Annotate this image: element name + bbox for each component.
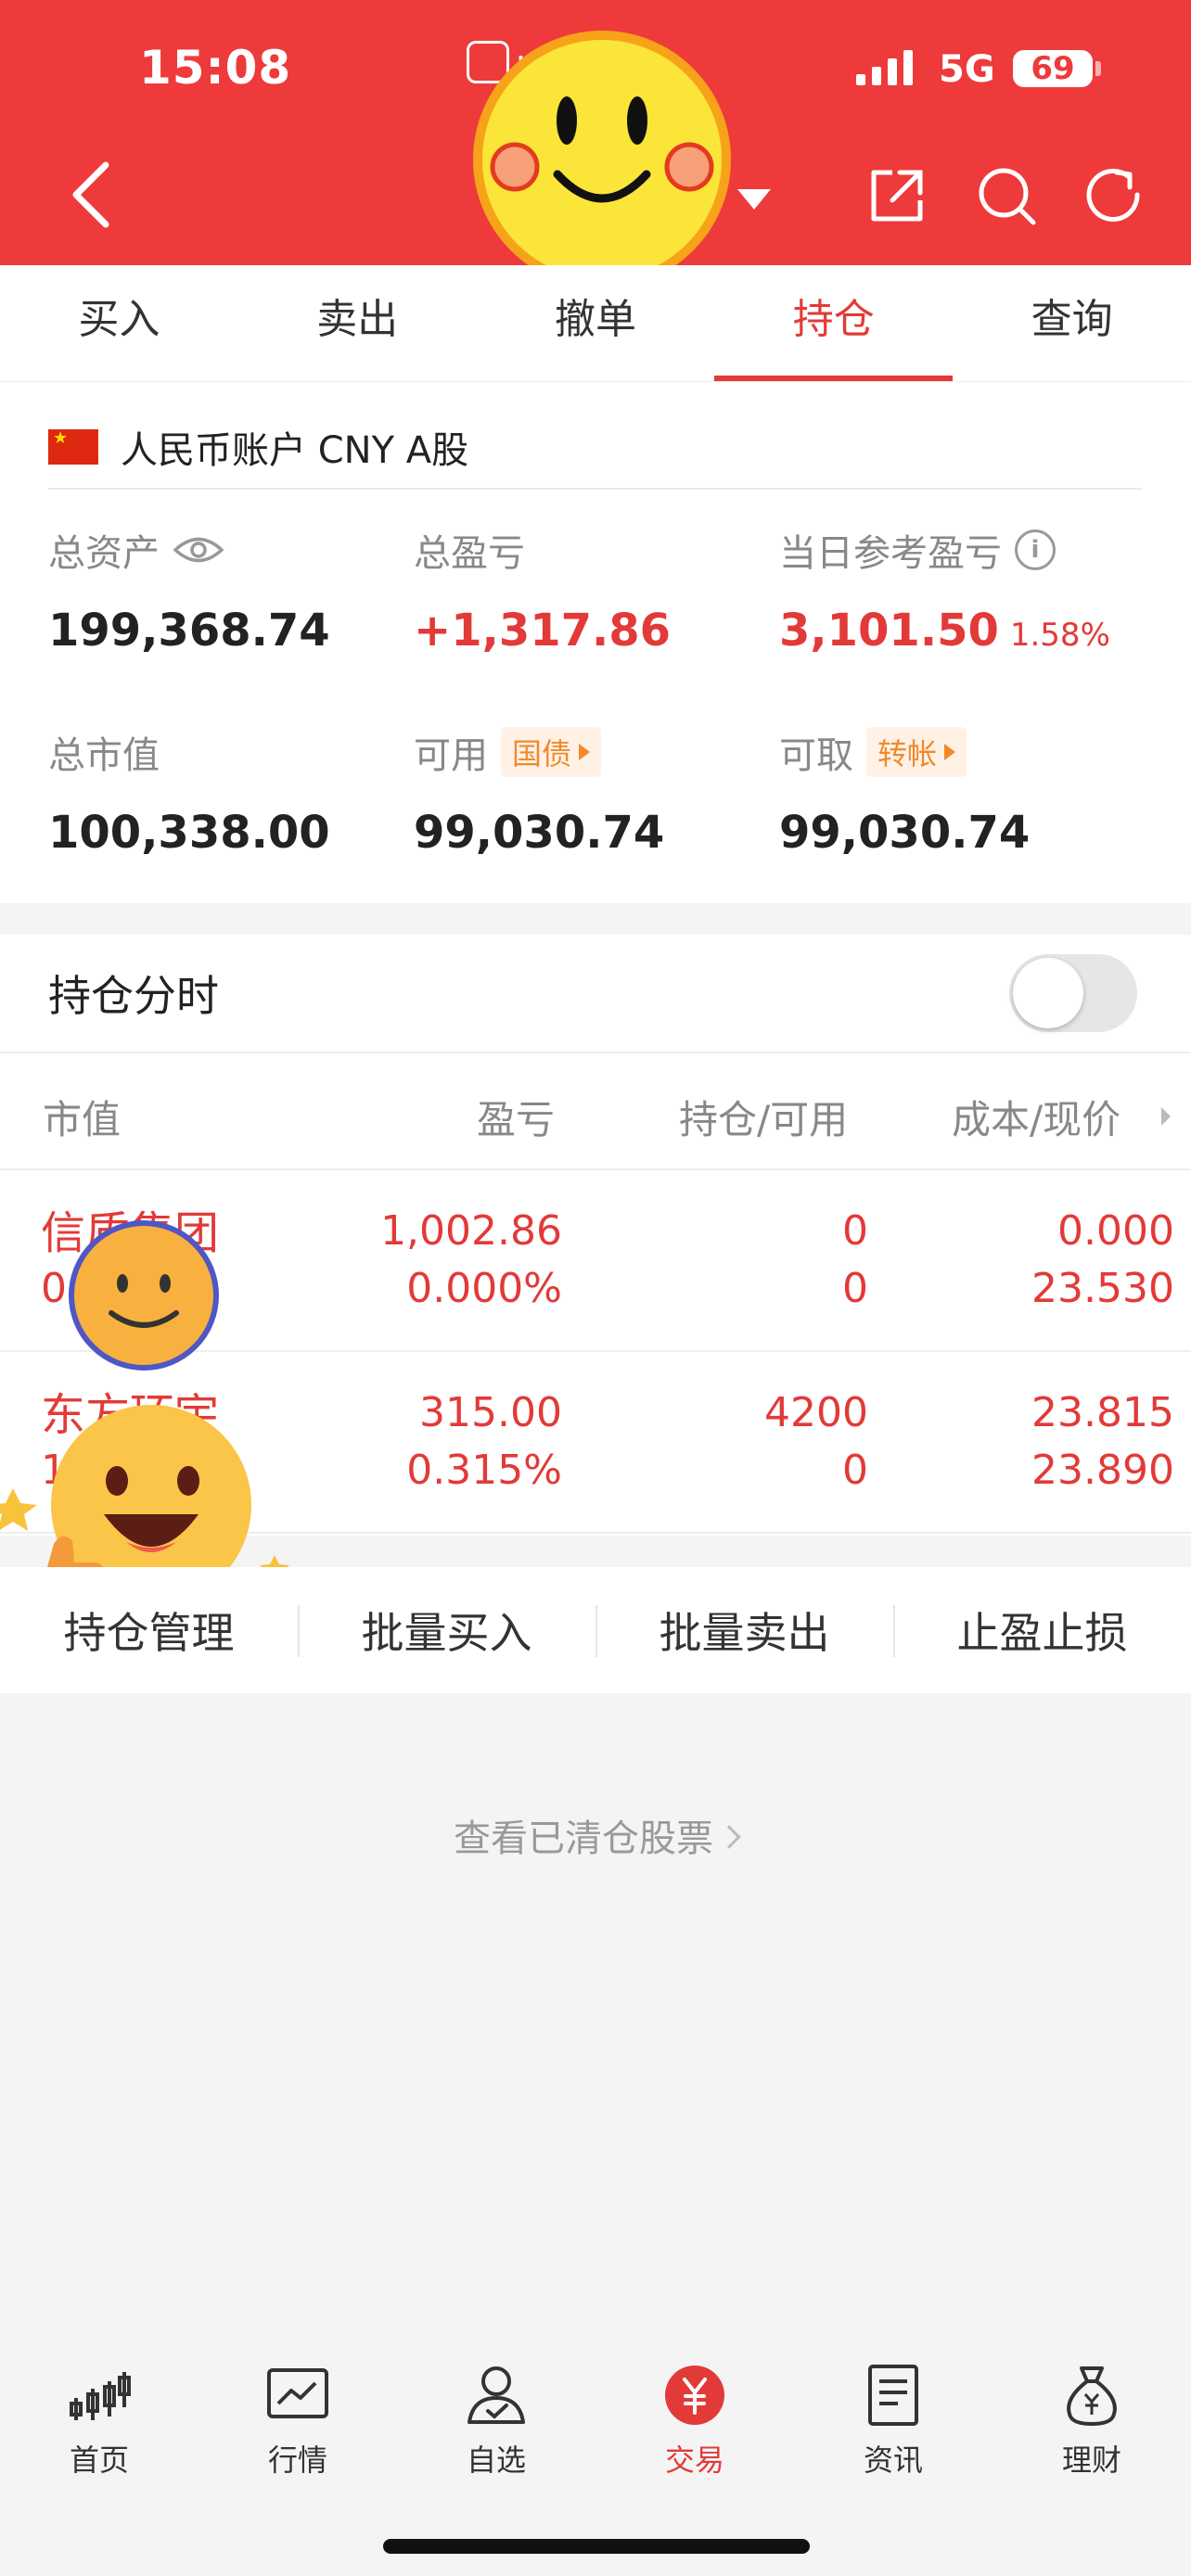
daily-pnl-percent: 1.58% <box>1009 617 1110 654</box>
current-price: 23.530 <box>1031 1265 1174 1312</box>
available-label: 可用 <box>414 734 488 777</box>
cleared-stocks-link[interactable]: 查看已清仓股票 <box>0 1808 1191 1862</box>
candlestick-icon <box>70 2372 131 2420</box>
available-funds: 可用 国债 99,030.74 <box>414 725 664 859</box>
nav-news[interactable]: 资讯 <box>794 2331 992 2576</box>
transfer-tag[interactable]: 转帐 <box>866 727 967 777</box>
daily-pnl: 当日参考盈亏 i 3,101.50 1.58% <box>779 523 1110 657</box>
tab-query[interactable]: 查询 <box>953 265 1191 381</box>
nav-news-label: 资讯 <box>863 2442 923 2478</box>
header: 15:08 pp 5G 69 <box>0 0 1191 288</box>
nav-market[interactable]: 行情 <box>198 2331 397 2576</box>
holdings-actions: 持仓管理 批量买入 批量卖出 止盈止损 <box>0 1567 1191 1693</box>
time-share-row: 持仓分时 <box>0 935 1191 1053</box>
account-summary: 人民币账户 CNY A股 总资产 199,368.74 总盈亏 +1,317.8… <box>0 382 1191 903</box>
batch-sell-button[interactable]: 批量卖出 <box>596 1600 893 1661</box>
total-assets-value: 199,368.74 <box>48 605 330 657</box>
available-qty: 0 <box>842 1265 868 1312</box>
total-assets: 总资产 199,368.74 <box>48 523 330 657</box>
total-pnl-label: 总盈亏 <box>414 532 525 575</box>
cost-price: 0.000 <box>1057 1207 1174 1255</box>
col-pnl[interactable]: 盈亏 <box>477 1089 555 1145</box>
treasury-bond-tag[interactable]: 国债 <box>501 727 602 777</box>
refresh-icon[interactable] <box>1082 163 1146 228</box>
nav-home[interactable]: 首页 <box>0 2331 198 2576</box>
daily-pnl-label: 当日参考盈亏 <box>779 532 1002 575</box>
position-management-button[interactable]: 持仓管理 <box>0 1600 298 1661</box>
pnl-percent: 0.000% <box>406 1265 562 1312</box>
nav-wealth-label: 理财 <box>1061 2442 1121 2478</box>
status-time: 15:08 <box>139 41 292 95</box>
back-icon[interactable] <box>65 158 121 232</box>
available-value: 99,030.74 <box>414 807 665 859</box>
batch-buy-button[interactable]: 批量买入 <box>298 1600 596 1661</box>
info-icon[interactable]: i <box>1015 529 1056 570</box>
china-flag-icon <box>48 429 98 465</box>
holdings-header: 市值 盈亏 持仓/可用 成本/现价 <box>0 1053 1191 1170</box>
total-assets-label: 总资产 <box>48 532 160 575</box>
battery-tip <box>1095 61 1101 76</box>
smiley-sticker <box>69 1220 219 1371</box>
withdrawable-value: 99,030.74 <box>779 807 1031 859</box>
tab-buy[interactable]: 买入 <box>0 265 238 381</box>
pnl-value: 1,002.86 <box>380 1207 562 1255</box>
daily-pnl-value: 3,101.50 <box>779 605 999 657</box>
market-value-value: 100,338.00 <box>48 807 330 859</box>
trade-tabs: 买入 卖出 撤单 持仓 查询 <box>0 265 1191 382</box>
take-profit-stop-loss-button[interactable]: 止盈止损 <box>893 1600 1191 1661</box>
current-price: 23.890 <box>1031 1447 1174 1494</box>
market-value-label: 总市值 <box>48 734 160 777</box>
nav-trade-label: 交易 <box>664 2442 724 2478</box>
eye-icon[interactable] <box>173 534 224 566</box>
col-market-value[interactable]: 市值 <box>43 1089 121 1145</box>
col-position[interactable]: 持仓/可用 <box>679 1089 848 1145</box>
share-icon[interactable] <box>864 163 929 228</box>
market-value: 总市值 100,338.00 <box>48 725 330 859</box>
user-check-icon <box>467 2366 525 2424</box>
stock-code: 0 <box>41 1265 67 1312</box>
withdrawable-label: 可取 <box>779 734 853 777</box>
nav-home-label: 首页 <box>69 2442 129 2478</box>
total-pnl-value: +1,317.86 <box>414 605 672 657</box>
home-indicator[interactable] <box>383 2539 810 2554</box>
signal-icon <box>856 48 913 85</box>
tab-holdings[interactable]: 持仓 <box>714 265 953 381</box>
scroll-right-icon[interactable] <box>1161 1107 1171 1126</box>
col-cost-price[interactable]: 成本/现价 <box>952 1089 1121 1145</box>
chevron-right-icon <box>717 1825 741 1849</box>
position-qty: 0 <box>842 1207 868 1255</box>
nav-market-label: 行情 <box>267 2442 327 2478</box>
cleared-stocks-label: 查看已清仓股票 <box>454 1817 713 1860</box>
cost-price: 23.815 <box>1031 1389 1174 1436</box>
network-label: 5G <box>939 48 995 91</box>
pnl-percent: 0.315% <box>406 1447 562 1494</box>
withdrawable-funds: 可取 转帐 99,030.74 <box>779 725 1030 859</box>
market-chart-icon <box>267 2368 328 2418</box>
tab-sell[interactable]: 卖出 <box>238 265 477 381</box>
available-qty: 0 <box>842 1447 868 1494</box>
nav-watchlist-label: 自选 <box>466 2442 526 2478</box>
search-icon[interactable] <box>974 163 1039 228</box>
account-selector[interactable]: 人民币账户 CNY A股 <box>48 406 1143 490</box>
pnl-value: 315.00 <box>419 1389 562 1436</box>
yuan-icon <box>665 2366 724 2425</box>
account-dropdown-icon[interactable] <box>736 185 773 213</box>
smiley-sticker <box>473 31 731 288</box>
account-name: 人民币账户 CNY A股 <box>121 429 469 472</box>
time-share-toggle[interactable] <box>1009 954 1137 1032</box>
battery-icon: 69 <box>1013 50 1093 87</box>
document-icon <box>868 2365 918 2426</box>
total-pnl: 总盈亏 +1,317.86 <box>414 523 671 657</box>
nav-wealth[interactable]: 理财 <box>992 2331 1191 2576</box>
position-qty: 4200 <box>764 1389 868 1436</box>
time-share-label: 持仓分时 <box>48 971 219 1021</box>
money-bag-icon <box>1067 2366 1117 2426</box>
tab-cancel[interactable]: 撤单 <box>477 265 715 381</box>
